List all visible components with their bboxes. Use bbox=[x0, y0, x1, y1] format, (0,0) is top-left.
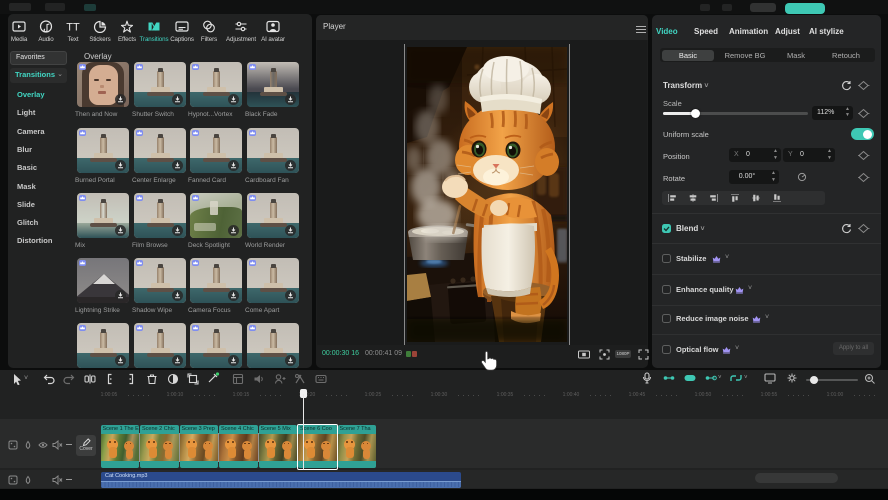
svg-text:TT: TT bbox=[66, 22, 80, 34]
